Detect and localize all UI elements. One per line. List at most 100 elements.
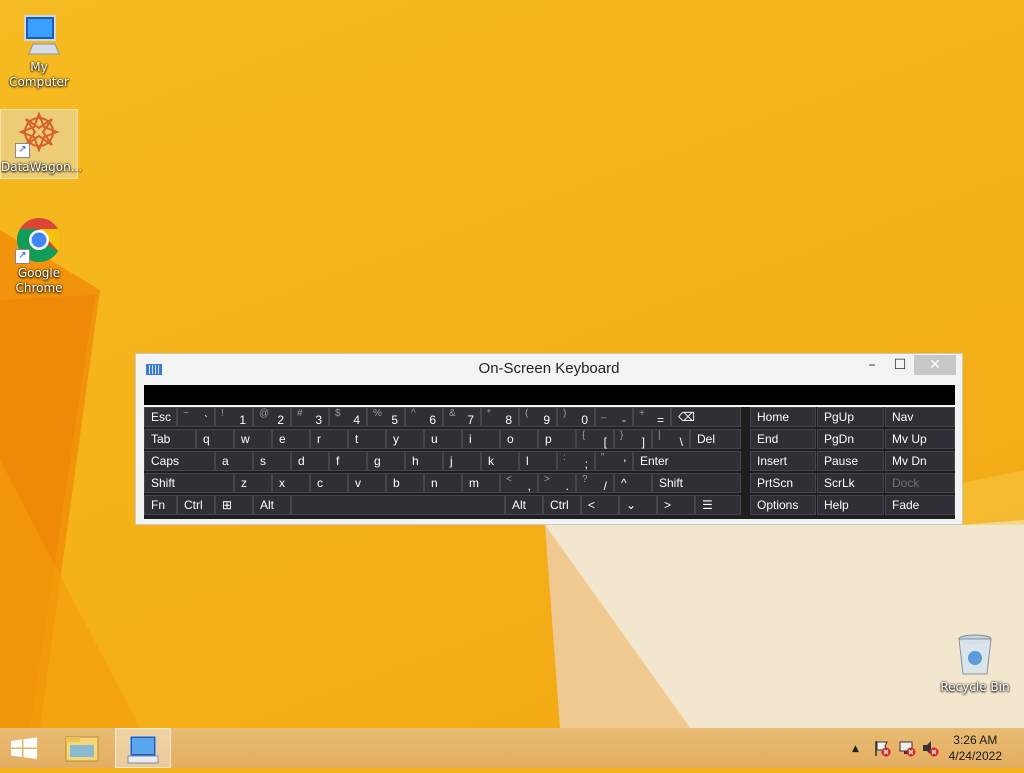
key-modifier-row-7[interactable]: < bbox=[581, 495, 619, 515]
close-button[interactable]: ✕ bbox=[914, 355, 956, 375]
key-bottom-row-5[interactable]: b bbox=[386, 473, 424, 493]
desktop-icon-my-computer[interactable]: My Computer bbox=[1, 10, 77, 90]
network-icon[interactable] bbox=[898, 739, 916, 757]
key-modifier-row-9[interactable]: > bbox=[657, 495, 695, 515]
key-bottom-row-2[interactable]: x bbox=[272, 473, 310, 493]
key-bottom-row-12[interactable]: Shift bbox=[652, 473, 741, 493]
key-top-row-1[interactable]: q bbox=[196, 429, 234, 449]
key-number-row-14[interactable]: ⌫ bbox=[671, 407, 741, 427]
nav-key-help[interactable]: Help bbox=[817, 495, 884, 515]
key-number-row-13[interactable]: + = bbox=[633, 407, 671, 427]
window-titlebar[interactable]: On-Screen Keyboard – ☐ ✕ bbox=[136, 354, 962, 384]
key-top-row-0[interactable]: Tab bbox=[144, 429, 196, 449]
key-top-row-2[interactable]: w bbox=[234, 429, 272, 449]
key-number-row-6[interactable]: % 5 bbox=[367, 407, 405, 427]
key-top-row-11[interactable]: {[ bbox=[576, 429, 614, 449]
nav-key-options[interactable]: Options bbox=[750, 495, 816, 515]
key-number-row-1[interactable]: ~ ` bbox=[177, 407, 215, 427]
nav-key-mv-dn[interactable]: Mv Dn bbox=[885, 451, 955, 471]
key-modifier-row-1[interactable]: Ctrl bbox=[177, 495, 215, 515]
key-number-row-7[interactable]: ^ 6 bbox=[405, 407, 443, 427]
key-home-row-5[interactable]: g bbox=[367, 451, 405, 471]
key-top-row-3[interactable]: e bbox=[272, 429, 310, 449]
key-home-row-1[interactable]: a bbox=[215, 451, 253, 471]
key-bottom-row-6[interactable]: n bbox=[424, 473, 462, 493]
action-center-flag-icon[interactable] bbox=[873, 739, 891, 757]
on-screen-keyboard-window[interactable]: On-Screen Keyboard – ☐ ✕ Esc ~ `! 1 @2 #3 $4% 5… bbox=[135, 353, 963, 525]
key-top-row-13[interactable]: | \ bbox=[652, 429, 690, 449]
key-top-row-8[interactable]: i bbox=[462, 429, 500, 449]
key-top-row-9[interactable]: o bbox=[500, 429, 538, 449]
key-bottom-row-8[interactable]: <, bbox=[500, 473, 538, 493]
start-button[interactable] bbox=[0, 728, 48, 768]
key-home-row-4[interactable]: f bbox=[329, 451, 367, 471]
key-home-row-3[interactable]: d bbox=[291, 451, 329, 471]
key-bottom-row-1[interactable]: z bbox=[234, 473, 272, 493]
key-top-row-14[interactable]: Del bbox=[690, 429, 741, 449]
key-modifier-row-2[interactable]: ⊞ bbox=[215, 495, 253, 515]
key-modifier-row-4[interactable] bbox=[291, 495, 505, 515]
nav-key-dock[interactable]: Dock bbox=[885, 473, 955, 493]
nav-key-mv-up[interactable]: Mv Up bbox=[885, 429, 955, 449]
nav-key-pgup[interactable]: PgUp bbox=[817, 407, 884, 427]
key-home-row-9[interactable]: l bbox=[519, 451, 557, 471]
taskbar-on-screen-keyboard[interactable] bbox=[115, 728, 171, 768]
key-home-row-8[interactable]: k bbox=[481, 451, 519, 471]
nav-key-nav[interactable]: Nav bbox=[885, 407, 955, 427]
nav-key-prtscn[interactable]: PrtScn bbox=[750, 473, 816, 493]
key-number-row-11[interactable]: ) 0 bbox=[557, 407, 595, 427]
desktop-icon-google-chrome[interactable]: ↗ Google Chrome bbox=[1, 216, 77, 296]
key-bottom-row-9[interactable]: >. bbox=[538, 473, 576, 493]
nav-key-pause[interactable]: Pause bbox=[817, 451, 884, 471]
nav-key-insert[interactable]: Insert bbox=[750, 451, 816, 471]
key-number-row-4[interactable]: #3 bbox=[291, 407, 329, 427]
key-label: Esc bbox=[151, 410, 172, 424]
key-bottom-row-10[interactable]: ? / bbox=[576, 473, 614, 493]
key-number-row-5[interactable]: $4 bbox=[329, 407, 367, 427]
key-bottom-row-7[interactable]: m bbox=[462, 473, 500, 493]
key-home-row-6[interactable]: h bbox=[405, 451, 443, 471]
nav-key-scrlk[interactable]: ScrLk bbox=[817, 473, 884, 493]
key-home-row-0[interactable]: Caps bbox=[144, 451, 215, 471]
taskbar-file-explorer[interactable] bbox=[56, 728, 112, 768]
key-top-row-10[interactable]: p bbox=[538, 429, 576, 449]
desktop-icon-recycle-bin[interactable]: Recycle Bin bbox=[937, 630, 1013, 695]
key-home-row-7[interactable]: j bbox=[443, 451, 481, 471]
nav-key-pgdn[interactable]: PgDn bbox=[817, 429, 884, 449]
maximize-button[interactable]: ☐ bbox=[886, 355, 914, 375]
key-modifier-row-8[interactable]: ⌄ bbox=[619, 495, 657, 515]
key-home-row-12[interactable]: Enter bbox=[633, 451, 741, 471]
desktop-icon-datawagon[interactable]: ↗ DataWagon... bbox=[0, 109, 82, 179]
key-top-row-5[interactable]: t bbox=[348, 429, 386, 449]
key-top-row-4[interactable]: r bbox=[310, 429, 348, 449]
key-top-row-6[interactable]: y bbox=[386, 429, 424, 449]
key-top-row-12[interactable]: }] bbox=[614, 429, 652, 449]
key-modifier-row-3[interactable]: Alt bbox=[253, 495, 291, 515]
key-bottom-row-3[interactable]: c bbox=[310, 473, 348, 493]
nav-key-end[interactable]: End bbox=[750, 429, 816, 449]
key-home-row-2[interactable]: s bbox=[253, 451, 291, 471]
minimize-button[interactable]: – bbox=[858, 355, 886, 375]
key-modifier-row-10[interactable]: ☰ bbox=[695, 495, 741, 515]
key-home-row-10[interactable]: :; bbox=[557, 451, 595, 471]
key-number-row-9[interactable]: * 8 bbox=[481, 407, 519, 427]
volume-muted-icon[interactable] bbox=[921, 739, 939, 757]
nav-key-fade[interactable]: Fade bbox=[885, 495, 955, 515]
key-number-row-10[interactable]: (9 bbox=[519, 407, 557, 427]
key-number-row-2[interactable]: ! 1 bbox=[215, 407, 253, 427]
key-bottom-row-4[interactable]: v bbox=[348, 473, 386, 493]
key-number-row-3[interactable]: @2 bbox=[253, 407, 291, 427]
key-modifier-row-6[interactable]: Ctrl bbox=[543, 495, 581, 515]
key-modifier-row-0[interactable]: Fn bbox=[144, 495, 177, 515]
key-modifier-row-5[interactable]: Alt bbox=[505, 495, 543, 515]
show-hidden-icons-button[interactable]: ▲ bbox=[852, 744, 859, 754]
key-number-row-12[interactable]: _ - bbox=[595, 407, 633, 427]
key-home-row-11[interactable]: " ' bbox=[595, 451, 633, 471]
clock[interactable]: 3:26 AM 4/24/2022 bbox=[949, 732, 1002, 764]
key-top-row-7[interactable]: u bbox=[424, 429, 462, 449]
key-bottom-row-11[interactable]: ^ bbox=[614, 473, 652, 493]
key-number-row-8[interactable]: & 7 bbox=[443, 407, 481, 427]
nav-key-home[interactable]: Home bbox=[750, 407, 816, 427]
key-bottom-row-0[interactable]: Shift bbox=[144, 473, 234, 493]
key-number-row-0[interactable]: Esc bbox=[144, 407, 177, 427]
